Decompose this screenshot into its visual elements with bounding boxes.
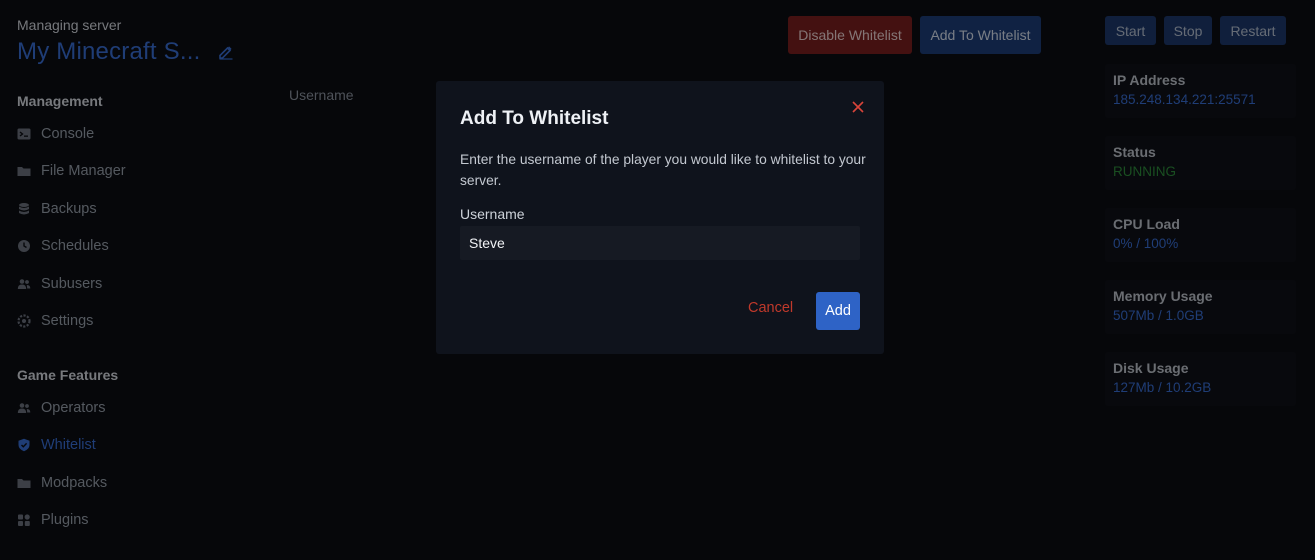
username-label: Username [460,206,525,222]
add-button[interactable]: Add [816,292,860,330]
modal-description: Enter the username of the player you wou… [460,152,866,188]
app-root: Managing server My Minecraft S... Manage… [0,0,1315,560]
username-input[interactable] [460,226,860,260]
close-icon[interactable] [850,99,866,115]
add-to-whitelist-modal: Add To Whitelist Enter the username of t… [436,81,884,354]
cancel-button[interactable]: Cancel [748,300,793,316]
modal-title: Add To Whitelist [460,108,609,129]
